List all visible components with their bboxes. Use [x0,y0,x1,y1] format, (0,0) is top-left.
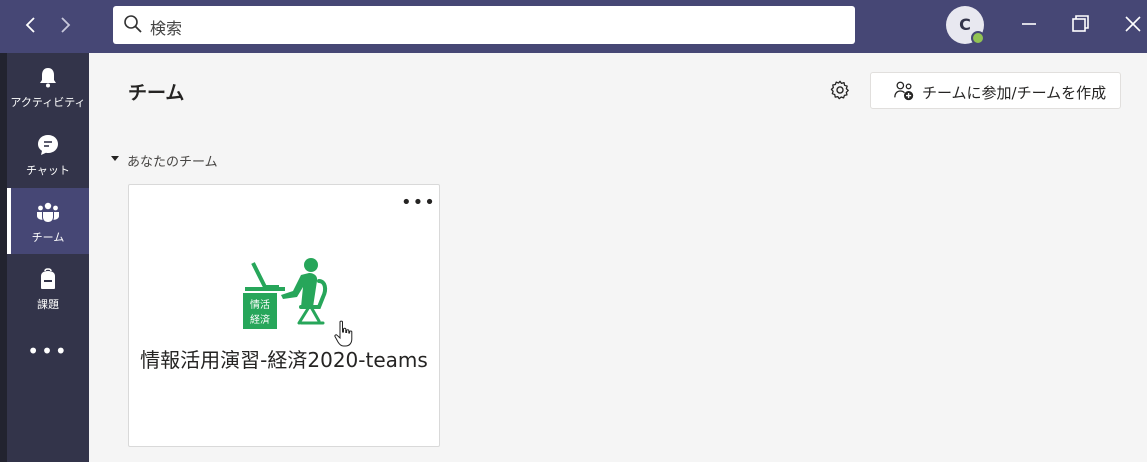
rail-item-chat[interactable]: チャット [7,121,89,187]
teams-main-pane: チーム チームに参加/チームを作成 あなたのチーム ••• 情活 経済 情報活用… [89,53,1147,462]
gear-icon[interactable] [829,79,851,101]
search-icon [124,15,142,33]
chevron-left-icon [25,17,35,33]
backpack-icon [41,268,55,289]
chevron-right-icon [61,17,71,33]
restore-icon[interactable] [1068,12,1092,36]
search-placeholder: 検索 [150,19,183,38]
logo-text-line2: 経済 [250,313,270,326]
join-or-create-team-button[interactable]: チームに参加/チームを作成 [870,72,1121,109]
rail-item-teams[interactable]: チーム [7,188,89,254]
team-card[interactable]: ••• 情活 経済 情報活用演習-経済2020-teams [128,184,440,447]
page-title: チーム [128,82,185,104]
join-or-create-team-label: チームに参加/チームを作成 [922,84,1107,102]
close-icon[interactable] [1121,12,1145,36]
rail-edge [0,53,7,462]
add-team-icon [894,81,914,101]
rail-item-activity[interactable]: アクティビティ [7,53,89,119]
forward-button[interactable] [54,14,76,36]
team-logo: 情活 経済 [243,258,328,329]
caret-down-icon [111,156,119,161]
section-label: あなたのチーム [127,155,218,170]
minimize-icon[interactable] [1017,12,1041,36]
logo-text-line1: 情活 [250,298,270,311]
rail-item-assignments[interactable]: 課題 [7,255,89,321]
rail-label-chat: チャット [26,164,70,177]
bell-icon [40,68,56,88]
search-input[interactable]: 検索 [113,6,855,44]
team-name: 情報活用演習-経済2020-teams [140,348,428,372]
chat-icon [38,135,58,155]
title-bar: 検索 C [0,0,1147,53]
back-button[interactable] [20,14,42,36]
rail-label-assignments: 課題 [37,298,59,311]
rail-label-teams: チーム [31,231,65,244]
more-options-button[interactable]: ••• [401,194,435,213]
rail-label-activity: アクティビティ [10,96,86,109]
more-apps-button[interactable]: ••• [7,336,89,376]
teams-icon [37,202,59,222]
presence-available-icon [971,31,985,45]
